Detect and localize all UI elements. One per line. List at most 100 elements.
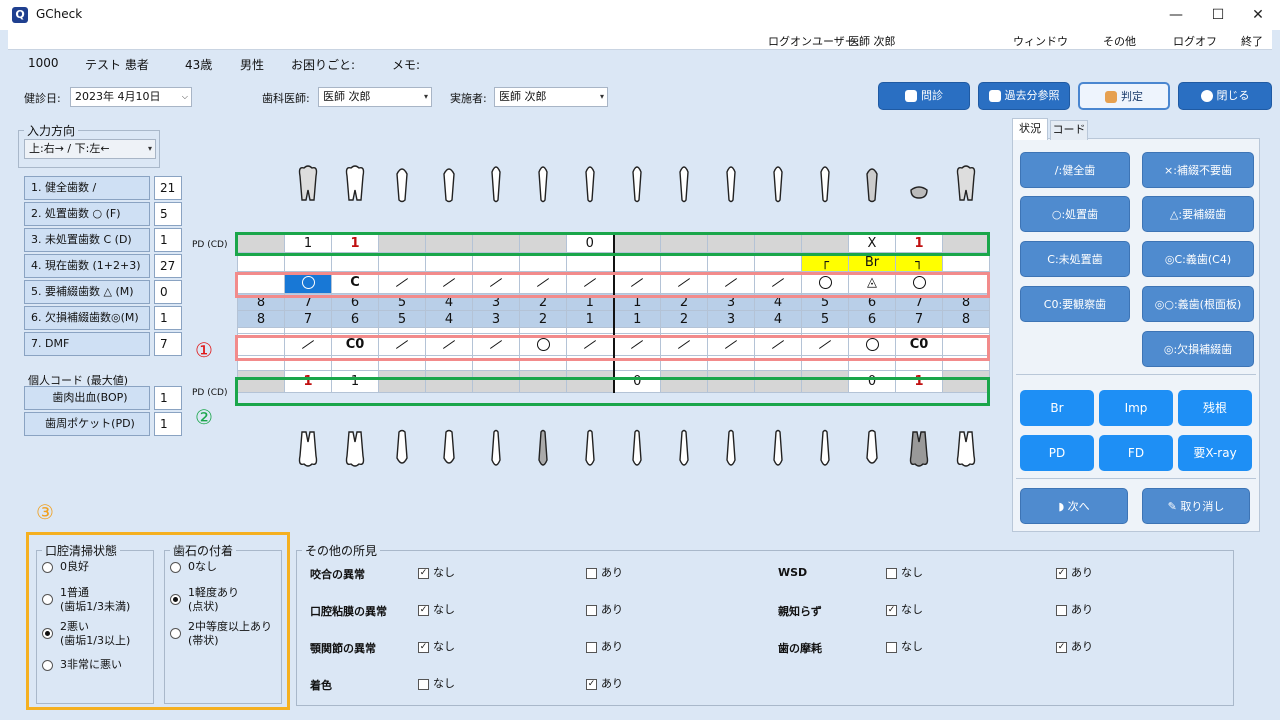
radio-button[interactable]: [170, 628, 181, 639]
checkbox[interactable]: [586, 641, 597, 653]
status-button-8[interactable]: ◎○:義歯(根面板): [1142, 286, 1254, 322]
finding-yes-option[interactable]: あり: [586, 566, 623, 580]
tooth-icon[interactable]: [860, 162, 884, 204]
tooth-icon[interactable]: [813, 162, 837, 204]
count-value-7[interactable]: 7: [154, 332, 182, 356]
count-value-4[interactable]: 27: [154, 254, 182, 278]
count-value-2[interactable]: 5: [154, 202, 182, 226]
close-button[interactable]: 閉じる: [1178, 82, 1272, 110]
bop-value[interactable]: 1: [154, 386, 182, 410]
finding-none-option[interactable]: ✓ なし: [418, 566, 455, 580]
finding-none-option[interactable]: なし: [886, 566, 923, 580]
count-value-6[interactable]: 1: [154, 306, 182, 330]
tooth-icon[interactable]: [954, 428, 978, 470]
tooth-icon[interactable]: [390, 428, 414, 470]
checkbox[interactable]: ✓: [1056, 641, 1067, 653]
finding-none-option[interactable]: なし: [418, 677, 455, 691]
tab-status[interactable]: 状況: [1012, 118, 1048, 140]
checkbox[interactable]: ✓: [418, 567, 429, 579]
tooth-icon[interactable]: [672, 162, 696, 204]
status-button-2[interactable]: ×:補綴不要歯: [1142, 152, 1254, 188]
checkbox[interactable]: [1056, 604, 1067, 616]
tooth-icon[interactable]: [766, 428, 790, 470]
status-button-6[interactable]: ◎C:義歯(C4): [1142, 241, 1254, 277]
code-button-3[interactable]: 残根: [1178, 390, 1252, 426]
minimize-button[interactable]: —: [1156, 4, 1196, 26]
tooth-icon[interactable]: [625, 428, 649, 470]
radio-button[interactable]: [170, 562, 181, 573]
code-button-1[interactable]: Br: [1020, 390, 1094, 426]
tooth-icon[interactable]: [672, 428, 696, 470]
radio-button[interactable]: [42, 628, 53, 639]
tooth-icon[interactable]: [907, 428, 931, 470]
finding-yes-option[interactable]: ✓ あり: [586, 677, 623, 691]
count-value-1[interactable]: 21: [154, 176, 182, 200]
finding-yes-option[interactable]: あり: [1056, 603, 1093, 617]
tooth-icon[interactable]: [531, 162, 555, 204]
menu-other[interactable]: その他: [1103, 33, 1136, 49]
finding-none-option[interactable]: ✓ なし: [418, 603, 455, 617]
finding-yes-option[interactable]: あり: [586, 603, 623, 617]
tooth-icon[interactable]: [531, 428, 555, 470]
tooth-icon[interactable]: [484, 428, 508, 470]
tooth-icon[interactable]: [766, 162, 790, 204]
radio-button[interactable]: [170, 594, 181, 605]
radio-button[interactable]: [42, 594, 53, 605]
count-value-5[interactable]: 0: [154, 280, 182, 304]
tooth-icon[interactable]: [954, 162, 978, 204]
dentist-select[interactable]: 医師 次郎 ▾: [318, 87, 432, 107]
next-button[interactable]: ◗ 次へ: [1020, 488, 1128, 524]
status-button-9[interactable]: ◎:欠損補綴歯: [1142, 331, 1254, 367]
code-button-4[interactable]: PD: [1020, 435, 1094, 471]
checkbox[interactable]: [886, 567, 897, 579]
menu-window[interactable]: ウィンドウ: [1013, 33, 1068, 49]
input-direction-select[interactable]: 上:右→ / 下:左← ▾: [24, 139, 156, 159]
finding-none-option[interactable]: ✓ なし: [418, 640, 455, 654]
finding-yes-option[interactable]: あり: [586, 640, 623, 654]
date-picker[interactable]: 2023年 4月10日 ⌵: [70, 87, 192, 107]
status-button-1[interactable]: /:健全歯: [1020, 152, 1130, 188]
tooth-icon[interactable]: [578, 428, 602, 470]
tooth-icon[interactable]: [390, 162, 414, 204]
maximize-button[interactable]: ☐: [1198, 4, 1238, 26]
tooth-icon[interactable]: [296, 162, 320, 204]
checkbox[interactable]: ✓: [418, 604, 429, 616]
tooth-icon[interactable]: [578, 162, 602, 204]
checkbox[interactable]: ✓: [1056, 567, 1067, 579]
finding-yes-option[interactable]: ✓ あり: [1056, 566, 1093, 580]
finding-yes-option[interactable]: ✓ あり: [1056, 640, 1093, 654]
pd-value[interactable]: 1: [154, 412, 182, 436]
tooth-icon[interactable]: [719, 428, 743, 470]
radio-button[interactable]: [42, 660, 53, 671]
tooth-icon[interactable]: [625, 162, 649, 204]
checkbox[interactable]: [586, 604, 597, 616]
menu-exit[interactable]: 終了: [1241, 33, 1263, 49]
tooth-icon[interactable]: [437, 428, 461, 470]
performer-select[interactable]: 医師 次郎 ▾: [494, 87, 608, 107]
tooth-icon[interactable]: [907, 162, 931, 204]
tooth-icon[interactable]: [719, 162, 743, 204]
tooth-icon[interactable]: [813, 428, 837, 470]
interview-button[interactable]: 問診: [878, 82, 970, 110]
checkbox[interactable]: ✓: [886, 604, 897, 616]
menu-logoff[interactable]: ログオフ: [1173, 33, 1217, 49]
tooth-icon[interactable]: [296, 428, 320, 470]
code-button-5[interactable]: FD: [1099, 435, 1173, 471]
tooth-icon[interactable]: [343, 162, 367, 204]
finding-none-option[interactable]: なし: [886, 640, 923, 654]
count-value-3[interactable]: 1: [154, 228, 182, 252]
tooth-icon[interactable]: [437, 162, 461, 204]
status-button-7[interactable]: C0:要観察歯: [1020, 286, 1130, 322]
status-button-5[interactable]: C:未処置歯: [1020, 241, 1130, 277]
finding-none-option[interactable]: ✓ なし: [886, 603, 923, 617]
tooth-icon[interactable]: [860, 428, 884, 470]
checkbox[interactable]: ✓: [418, 641, 429, 653]
cancel-button[interactable]: ✎ 取り消し: [1142, 488, 1250, 524]
checkbox[interactable]: [586, 567, 597, 579]
radio-button[interactable]: [42, 562, 53, 573]
checkbox[interactable]: [886, 641, 897, 653]
status-button-3[interactable]: ○:処置歯: [1020, 196, 1130, 232]
tab-code[interactable]: コード: [1050, 120, 1088, 140]
checkbox[interactable]: ✓: [586, 678, 597, 690]
tooth-icon[interactable]: [343, 428, 367, 470]
